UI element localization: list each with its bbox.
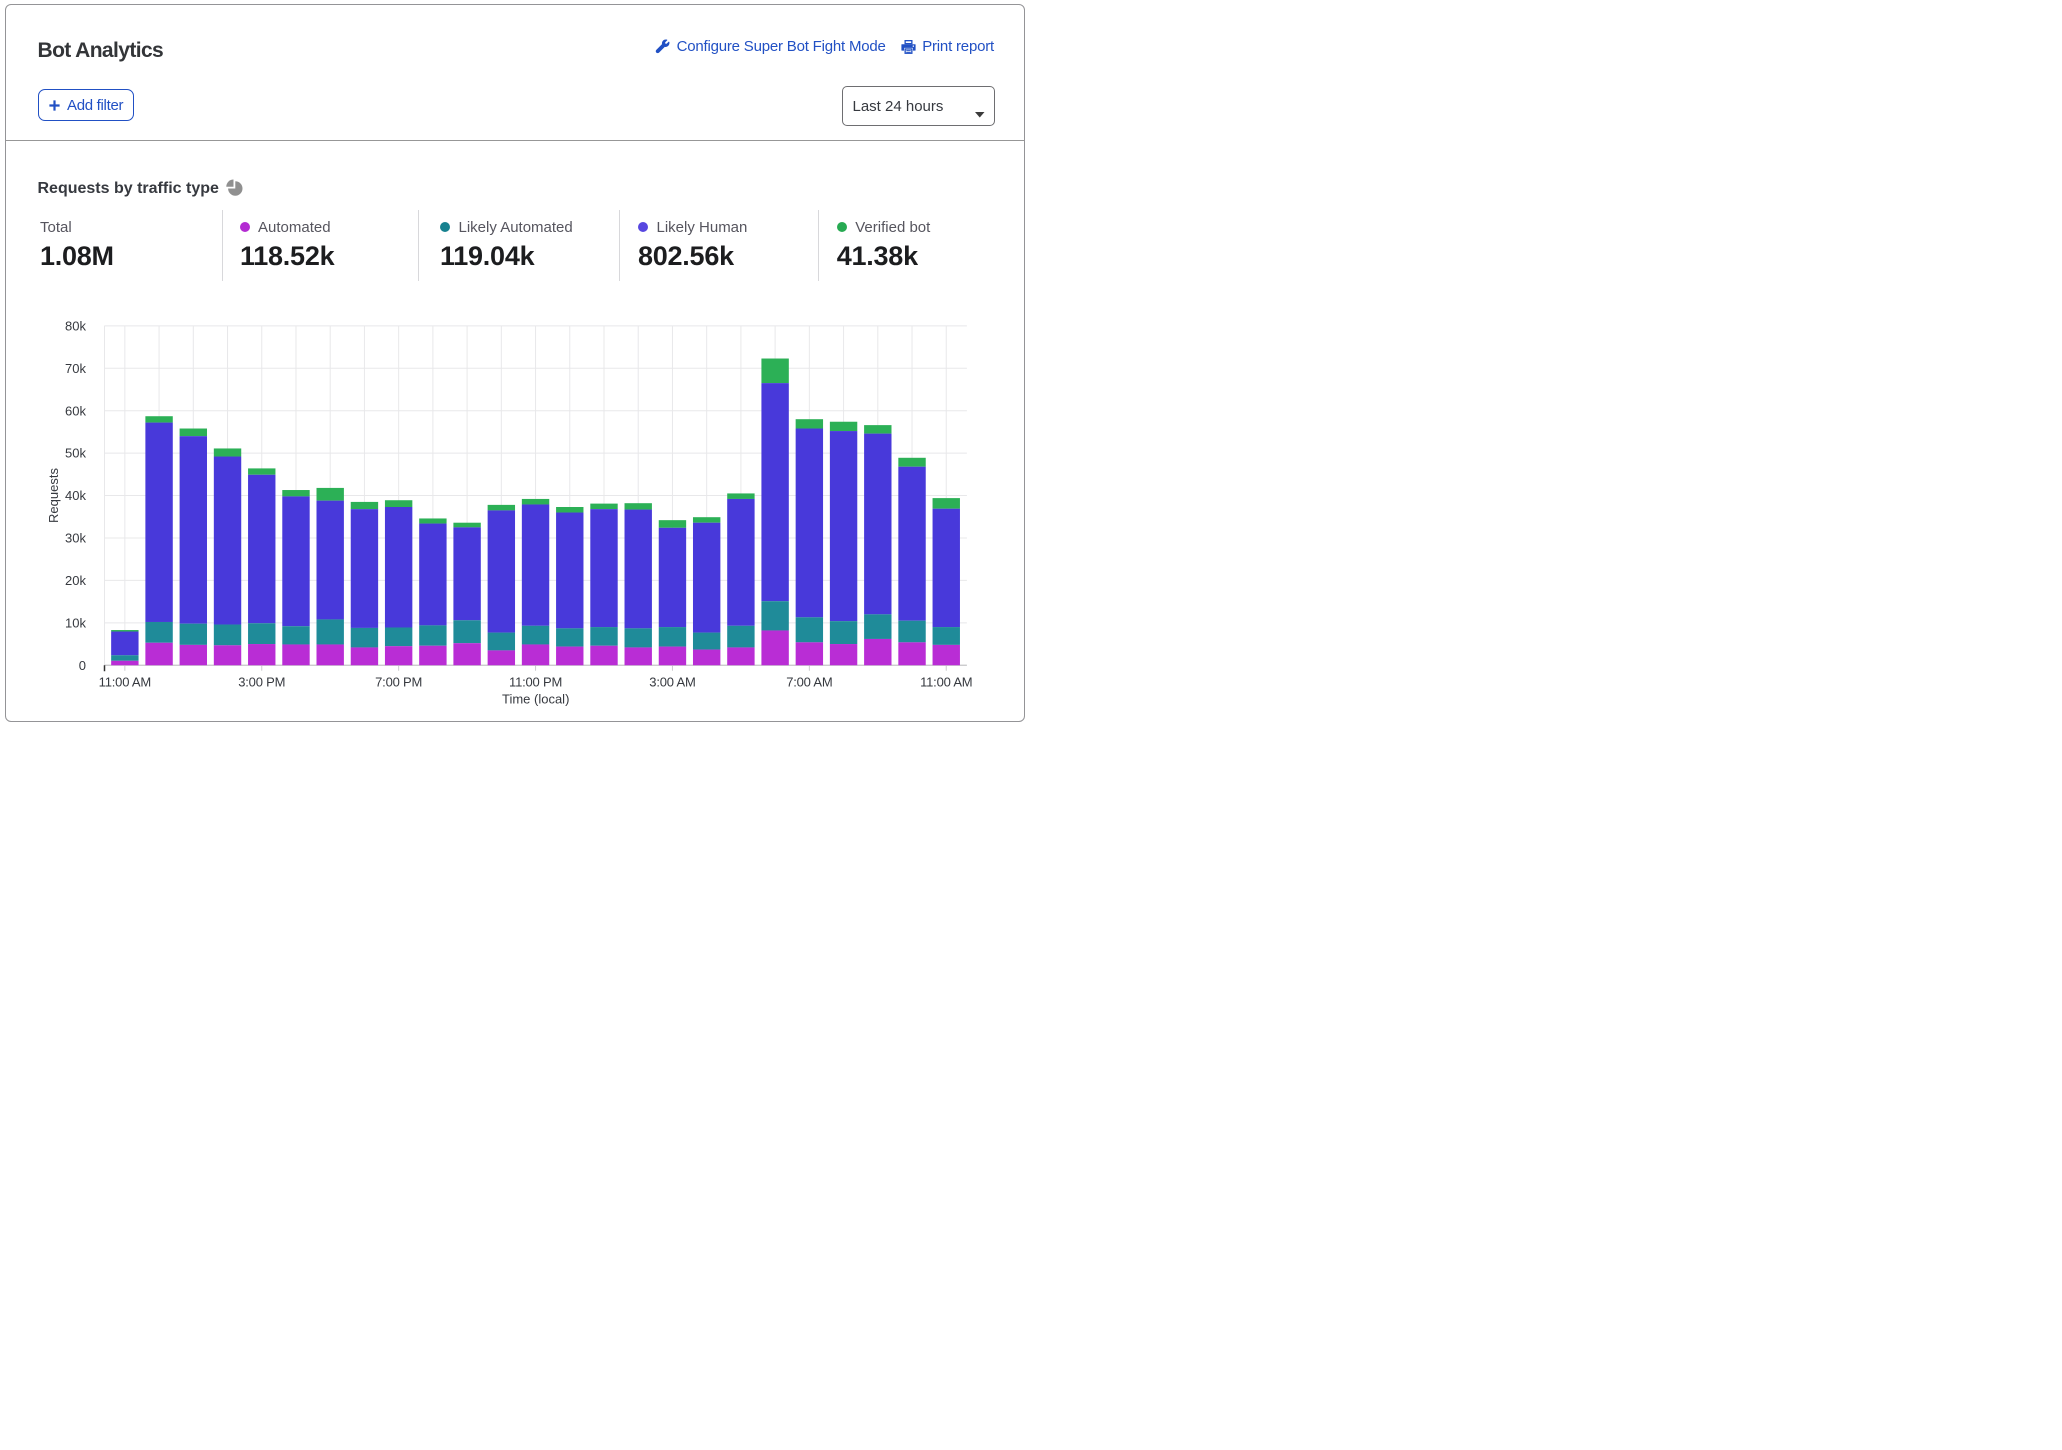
svg-text:50k: 50k	[65, 446, 86, 461]
svg-text:0: 0	[79, 658, 86, 673]
svg-text:40k: 40k	[65, 488, 86, 503]
svg-text:3:00 AM: 3:00 AM	[649, 675, 695, 690]
svg-text:80k: 80k	[65, 318, 86, 333]
svg-text:11:00 PM: 11:00 PM	[509, 675, 562, 690]
svg-text:20k: 20k	[65, 573, 86, 588]
svg-text:70k: 70k	[65, 361, 86, 376]
svg-text:10k: 10k	[65, 615, 86, 630]
svg-text:11:00 AM: 11:00 AM	[99, 675, 151, 690]
svg-text:11:00 AM: 11:00 AM	[920, 675, 972, 690]
svg-text:3:00 PM: 3:00 PM	[238, 675, 285, 690]
svg-text:7:00 AM: 7:00 AM	[786, 675, 832, 690]
svg-text:Requests: Requests	[46, 468, 61, 523]
svg-text:7:00 PM: 7:00 PM	[375, 675, 422, 690]
svg-text:Time (local): Time (local)	[502, 692, 569, 707]
svg-text:30k: 30k	[65, 531, 86, 546]
svg-text:60k: 60k	[65, 403, 86, 418]
